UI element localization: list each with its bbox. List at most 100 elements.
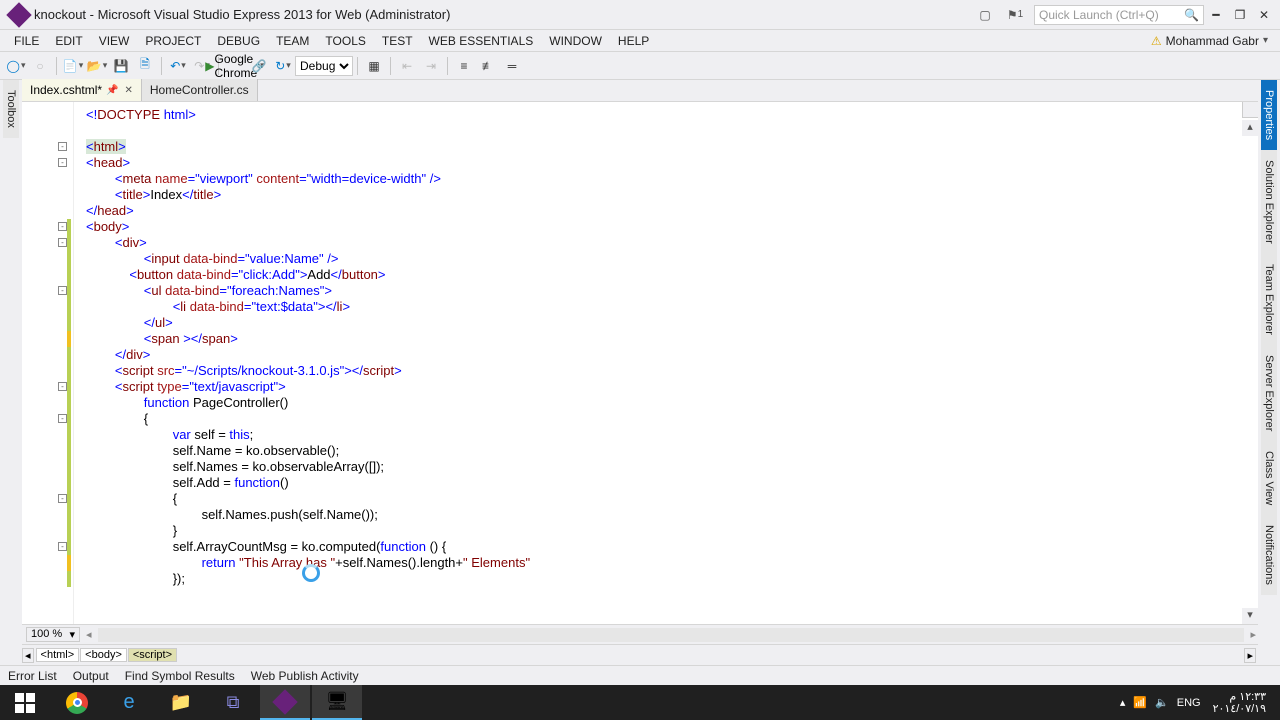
feedback-icon[interactable]: ▢: [974, 4, 996, 26]
horizontal-scrollbar[interactable]: [98, 628, 1245, 642]
pane-server-explorer[interactable]: Server Explorer: [1261, 345, 1277, 441]
pane-notifications[interactable]: Notifications: [1261, 515, 1277, 595]
right-pane-strip[interactable]: PropertiesSolution ExplorerTeam Explorer…: [1258, 80, 1280, 665]
bottom-tab-output[interactable]: Output: [65, 669, 117, 683]
indent-button[interactable]: ⇥: [420, 55, 442, 77]
menu-project[interactable]: PROJECT: [137, 34, 209, 48]
bottom-tab-find-symbol-results[interactable]: Find Symbol Results: [117, 669, 243, 683]
uncomment-button[interactable]: ≢: [477, 55, 499, 77]
scroll-down-button[interactable]: ▾: [1242, 608, 1258, 624]
vscmd-taskbar-icon[interactable]: ⧉: [208, 685, 258, 720]
hscroll-left[interactable]: ◂: [84, 628, 94, 641]
code-line[interactable]: <title>Index</title>: [86, 187, 1258, 203]
save-all-button[interactable]: 🗎: [134, 55, 156, 77]
pin-icon[interactable]: 📌: [106, 85, 118, 96]
code-line[interactable]: <head>: [86, 155, 1258, 171]
minimize-button[interactable]: ━: [1204, 3, 1228, 27]
code-line[interactable]: [86, 123, 1258, 139]
code-line[interactable]: <script type="text/javascript">: [86, 379, 1258, 395]
code-line[interactable]: return "This Array has "+self.Names().le…: [86, 555, 1258, 571]
code-line[interactable]: <script src="~/Scripts/knockout-3.1.0.js…: [86, 363, 1258, 379]
menu-team[interactable]: TEAM: [268, 34, 317, 48]
menu-edit[interactable]: EDIT: [47, 34, 90, 48]
chrome-taskbar-icon[interactable]: [52, 685, 102, 720]
code-line[interactable]: {: [86, 411, 1258, 427]
bottom-tab-error-list[interactable]: Error List: [0, 669, 65, 683]
code-line[interactable]: <ul data-bind="foreach:Names">: [86, 283, 1258, 299]
pane-team-explorer[interactable]: Team Explorer: [1261, 254, 1277, 345]
code-line[interactable]: <li data-bind="text:$data"></li>: [86, 299, 1258, 315]
nav-forward-button[interactable]: ○: [29, 55, 51, 77]
breadcrumb-item[interactable]: <body>: [80, 648, 127, 662]
tray-clock[interactable]: ١٢:٣٣ م٢٠١٤/٠٧/١٩: [1209, 691, 1270, 715]
breadcrumb-item[interactable]: <script>: [128, 648, 177, 662]
refresh-button[interactable]: ↻▾: [272, 55, 294, 77]
left-pane-strip[interactable]: Toolbox: [0, 80, 22, 665]
menu-test[interactable]: TEST: [374, 34, 421, 48]
vs-taskbar-icon[interactable]: [260, 685, 310, 720]
toolbar-btn-1[interactable]: ▦: [363, 55, 385, 77]
close-button[interactable]: ✕: [1252, 3, 1276, 27]
menu-help[interactable]: HELP: [610, 34, 657, 48]
code-line[interactable]: </div>: [86, 347, 1258, 363]
code-line[interactable]: var self = this;: [86, 427, 1258, 443]
tray-lang[interactable]: ENG: [1177, 697, 1201, 709]
browser-link-button[interactable]: 🔗: [248, 55, 270, 77]
menu-view[interactable]: VIEW: [91, 34, 138, 48]
menu-file[interactable]: FILE: [6, 34, 47, 48]
code-line[interactable]: <html>: [86, 139, 1258, 155]
run-browser-button[interactable]: ▶ Google Chrome ▾: [224, 55, 246, 77]
maximize-button[interactable]: ❐: [1228, 3, 1252, 27]
code-line[interactable]: self.Add = function(): [86, 475, 1258, 491]
tray-network-icon[interactable]: 📶: [1133, 696, 1147, 709]
hscroll-right[interactable]: ▸: [1248, 628, 1258, 641]
open-file-button[interactable]: 📂▾: [86, 55, 108, 77]
menu-debug[interactable]: DEBUG: [209, 34, 268, 48]
tray-volume-icon[interactable]: 🔈: [1155, 696, 1169, 709]
pane-solution-explorer[interactable]: Solution Explorer: [1261, 150, 1277, 254]
code-line[interactable]: });: [86, 571, 1258, 587]
toolbar-btn-2[interactable]: ═: [501, 55, 523, 77]
app-taskbar-icon[interactable]: 🖥: [312, 685, 362, 720]
bottom-tab-web-publish-activity[interactable]: Web Publish Activity: [243, 669, 367, 683]
flag-icon[interactable]: ⚑1: [1004, 4, 1026, 26]
code-line[interactable]: <meta name="viewport" content="width=dev…: [86, 171, 1258, 187]
code-line[interactable]: </head>: [86, 203, 1258, 219]
undo-button[interactable]: ↶▾: [167, 55, 189, 77]
code-line[interactable]: self.Names = ko.observableArray([]);: [86, 459, 1258, 475]
toolbox-tab[interactable]: Toolbox: [3, 80, 19, 138]
code-line[interactable]: }: [86, 523, 1258, 539]
ie-taskbar-icon[interactable]: e: [104, 685, 154, 720]
save-button[interactable]: 💾: [110, 55, 132, 77]
close-tab-icon[interactable]: ✕: [124, 85, 132, 96]
code-line[interactable]: self.ArrayCountMsg = ko.computed(functio…: [86, 539, 1258, 555]
menu-tools[interactable]: TOOLS: [317, 34, 373, 48]
zoom-select[interactable]: 100 %▾: [26, 627, 80, 642]
config-select[interactable]: Debug: [295, 56, 353, 76]
new-file-button[interactable]: 📄▾: [62, 55, 84, 77]
code-line[interactable]: <body>: [86, 219, 1258, 235]
nav-back-button[interactable]: ◯▾: [5, 55, 27, 77]
menu-web-essentials[interactable]: WEB ESSENTIALS: [421, 34, 542, 48]
code-line[interactable]: self.Names.push(self.Name());: [86, 507, 1258, 523]
code-line[interactable]: </ul>: [86, 315, 1258, 331]
explorer-taskbar-icon[interactable]: 📁: [156, 685, 206, 720]
bc-right[interactable]: ▸: [1244, 648, 1256, 663]
code-line[interactable]: <span ></span>: [86, 331, 1258, 347]
code-line[interactable]: {: [86, 491, 1258, 507]
windows-taskbar[interactable]: e 📁 ⧉ 🖥 ▴ 📶 🔈 ENG ١٢:٣٣ م٢٠١٤/٠٧/١٩: [0, 685, 1280, 720]
pane-properties[interactable]: Properties: [1261, 80, 1277, 150]
quick-launch-input[interactable]: Quick Launch (Ctrl+Q)🔍: [1034, 5, 1204, 25]
pane-class-view[interactable]: Class View: [1261, 441, 1277, 515]
menu-window[interactable]: WINDOW: [541, 34, 610, 48]
comment-button[interactable]: ≡: [453, 55, 475, 77]
code-line[interactable]: <button data-bind="click:Add">Add</butto…: [86, 267, 1258, 283]
code-line[interactable]: <!DOCTYPE html>: [86, 107, 1258, 123]
split-box[interactable]: [1242, 102, 1258, 118]
outdent-button[interactable]: ⇤: [396, 55, 418, 77]
tray-chevron-icon[interactable]: ▴: [1120, 696, 1126, 709]
code-editor[interactable]: --------- <!DOCTYPE html> <html><head> <…: [22, 102, 1258, 625]
start-button[interactable]: [0, 685, 50, 720]
bc-left[interactable]: ◂: [22, 648, 34, 663]
editor-tab[interactable]: HomeController.cs: [142, 79, 258, 101]
